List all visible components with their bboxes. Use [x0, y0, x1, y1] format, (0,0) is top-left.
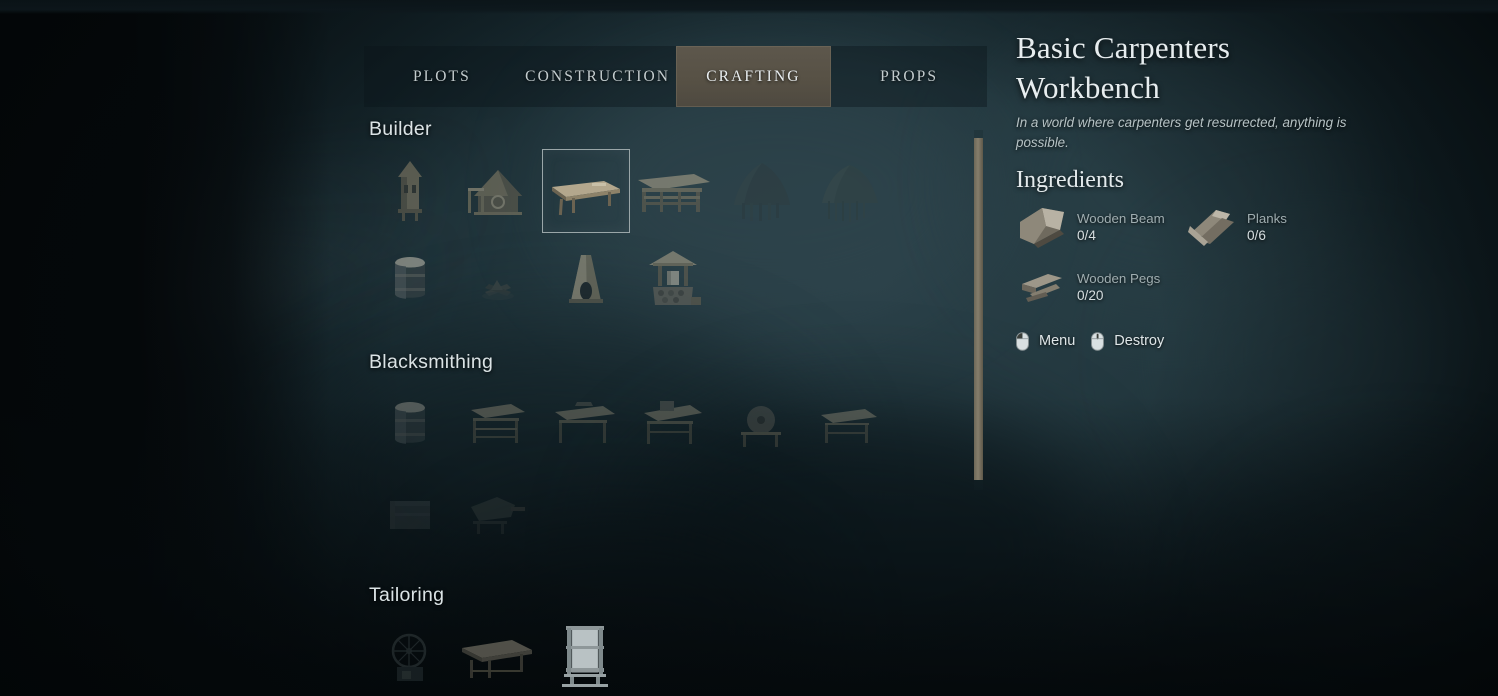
recipe-description: In a world where carpenters get resurrec…	[1016, 115, 1347, 151]
recipe-item-long-table[interactable]	[630, 149, 718, 233]
planks-icon	[1186, 204, 1238, 250]
ingredient-text: Wooden Beam 0/4	[1077, 211, 1165, 243]
recipe-item-rack[interactable]	[806, 382, 894, 466]
recipe-item-loom[interactable]	[542, 615, 630, 696]
tab-props[interactable]: PROPS	[831, 46, 987, 107]
recipe-item-bellows[interactable]	[454, 470, 542, 554]
campfire-icon	[477, 256, 519, 302]
action-label: Menu	[1039, 333, 1076, 350]
thatch-hut-icon	[730, 159, 794, 223]
recipe-item-workbench[interactable]	[542, 149, 630, 233]
rack-icon	[819, 401, 881, 447]
recipe-item-ore-crate[interactable]	[366, 470, 454, 554]
recipe-scrollbar-thumb[interactable]	[974, 138, 983, 480]
action-label: Destroy	[1114, 333, 1165, 350]
crafting-menu: PLOTS CONSTRUCTION CRAFTING PROPS Builder Bl…	[0, 0, 1498, 696]
game-screen: PLOTS CONSTRUCTION CRAFTING PROPS Builder Bl…	[0, 0, 1498, 696]
action-destroy[interactable]: Destroy	[1091, 331, 1165, 351]
section-title: Builder	[369, 118, 432, 140]
workbench-icon	[546, 165, 626, 217]
ingredient-row: Wooden Pegs 0/20	[1016, 264, 1186, 310]
recipe-list[interactable]: Builder Blacksmithing Tailoring	[364, 118, 987, 696]
action-hints: Menu Destroy	[1016, 331, 1436, 351]
house-icon	[464, 162, 532, 220]
recipe-item-grindstone[interactable]	[718, 382, 806, 466]
ingredient-text: Planks 0/6	[1247, 211, 1287, 243]
tab-construction[interactable]: CONSTRUCTION	[520, 46, 676, 107]
tab-label: PLOTS	[412, 67, 471, 85]
recipe-grid	[366, 615, 987, 696]
ingredients-list: Wooden Beam 0/4 Planks 0/6 Wooden Pegs 0/20	[1016, 204, 1436, 310]
wooden-beam-icon	[1016, 204, 1068, 250]
ingredient-name: Wooden Beam	[1077, 210, 1165, 226]
ingredient-count: 0/4	[1077, 227, 1096, 243]
recipe-item-spinning-wheel[interactable]	[366, 615, 454, 696]
well-icon	[643, 249, 705, 309]
long-table-icon	[634, 166, 714, 216]
spinning-wheel-icon	[383, 629, 437, 685]
ingredients-heading: Ingredients	[1016, 166, 1124, 193]
section-title: Blacksmithing	[369, 351, 494, 373]
tab-plots[interactable]: PLOTS	[364, 46, 520, 107]
ingredient-row: Wooden Beam 0/4	[1016, 204, 1186, 250]
bellows-icon	[467, 487, 529, 537]
loom-icon	[560, 624, 612, 690]
cutting-table-icon	[458, 632, 538, 682]
recipe-item-anvil-table[interactable]	[542, 382, 630, 466]
recipe-item-well[interactable]	[630, 237, 718, 321]
category-tabbar: PLOTS CONSTRUCTION CRAFTING PROPS	[364, 46, 987, 107]
recipe-item-cutting-table[interactable]	[454, 615, 542, 696]
recipe-item-thatch-hut[interactable]	[718, 149, 806, 233]
recipe-section: Tailoring	[364, 584, 987, 696]
forge-bench-icon	[467, 400, 529, 448]
recipe-section: Blacksmithing	[364, 351, 987, 554]
recipe-item-kiln[interactable]	[542, 237, 630, 321]
recipe-item-campfire[interactable]	[454, 237, 542, 321]
barrel-icon	[389, 254, 431, 304]
ingredient-count: 0/6	[1247, 227, 1266, 243]
barrel-icon	[389, 399, 431, 449]
ingredient-text: Wooden Pegs 0/20	[1077, 271, 1160, 303]
recipe-grid	[366, 382, 987, 554]
recipe-section: Builder	[364, 118, 987, 321]
ingredient-name: Planks	[1247, 210, 1287, 226]
ingredient-row: Planks 0/6	[1186, 204, 1356, 250]
wooden-pegs-icon	[1016, 264, 1068, 310]
recipe-item-house[interactable]	[454, 149, 542, 233]
tab-label: PROPS	[880, 67, 939, 85]
smith-bench-icon	[642, 399, 706, 449]
watchtower-icon	[384, 157, 436, 225]
tab-label: CONSTRUCTION	[525, 67, 671, 85]
recipe-grid	[366, 149, 987, 321]
grindstone-icon	[735, 398, 789, 450]
kiln-icon	[561, 251, 611, 307]
action-menu[interactable]: Menu	[1016, 331, 1076, 351]
recipe-item-forge-bench[interactable]	[454, 382, 542, 466]
ore-crate-icon	[384, 489, 436, 535]
recipe-item-barrel[interactable]	[366, 382, 454, 466]
mouse-left-icon	[1016, 331, 1029, 351]
recipe-item-watchtower[interactable]	[366, 149, 454, 233]
anvil-table-icon	[553, 400, 619, 448]
tab-label: CRAFTING	[706, 67, 801, 85]
recipe-item-smith-bench[interactable]	[630, 382, 718, 466]
recipe-title: Basic Carpenters Workbench	[1016, 30, 1231, 105]
thatch-roof-icon	[818, 159, 882, 223]
ingredient-name: Wooden Pegs	[1077, 270, 1161, 286]
recipe-detail-panel: Basic Carpenters Workbench In a world wh…	[1016, 28, 1436, 351]
section-title: Tailoring	[369, 584, 445, 606]
tab-crafting[interactable]: CRAFTING	[675, 46, 832, 107]
recipe-item-barrel[interactable]	[366, 237, 454, 321]
ingredient-count: 0/20	[1077, 287, 1104, 303]
recipe-item-thatch-roof[interactable]	[806, 149, 894, 233]
mouse-right-icon	[1091, 331, 1105, 351]
